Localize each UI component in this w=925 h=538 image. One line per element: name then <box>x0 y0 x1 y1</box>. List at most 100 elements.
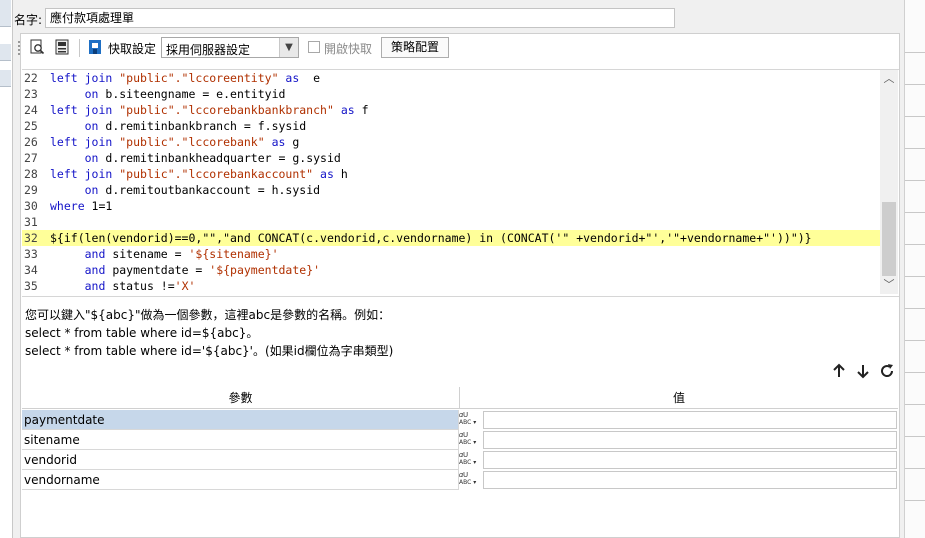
sql-editor[interactable]: 22 left join "public"."lccoreentity" as e… <box>22 69 899 297</box>
sql-text: e <box>299 71 321 85</box>
left-side-strip <box>0 0 13 538</box>
line-number: 34 <box>24 263 38 277</box>
sql-keyword: as <box>333 103 355 117</box>
move-down-icon[interactable] <box>854 362 872 380</box>
cache-setting-value: 採用伺服器設定 <box>166 43 251 57</box>
sql-keyword: on <box>84 87 99 101</box>
side-tab[interactable] <box>0 70 11 87</box>
help-text-line: select * from table where id='${abc}'。(如… <box>25 344 394 358</box>
sql-keyword: and <box>84 279 106 293</box>
param-value-input[interactable] <box>483 471 897 489</box>
code-line[interactable]: 22 left join "public"."lccoreentity" as e <box>22 70 882 86</box>
value-type-icon[interactable]: 𝛼U ABC ▾ <box>459 451 481 469</box>
param-value-input[interactable] <box>483 451 897 469</box>
sql-text: ${if(len(vendorid)==0,"","and CONCAT(c.v… <box>50 231 812 245</box>
sql-string: "public"."lccorebankaccount" <box>119 167 314 181</box>
line-number: 32 <box>24 231 38 245</box>
line-number: 22 <box>24 71 38 85</box>
code-line[interactable]: 34 and paymentdate = '${paymentdate}' <box>22 262 882 278</box>
enable-cache-label: 開啟快取 <box>324 42 373 56</box>
code-line[interactable]: 27 on d.remitinbankheadquarter = g.sysid <box>22 150 882 166</box>
sql-string: 'X' <box>174 279 196 293</box>
param-name-cell[interactable]: vendorname <box>22 470 459 490</box>
table-row[interactable]: sitename 𝛼U ABC ▾ <box>22 430 899 450</box>
database-icon[interactable] <box>54 39 70 55</box>
toolbar-grip <box>18 41 24 55</box>
code-line[interactable]: 25 on d.remitinbankbranch = f.sysid <box>22 118 882 134</box>
side-tab[interactable] <box>0 44 11 61</box>
line-number: 31 <box>24 215 38 229</box>
sql-keyword: left join <box>50 103 120 117</box>
editor-scrollbar[interactable]: ︿ ﹀ <box>880 70 898 294</box>
code-line[interactable]: 28 left join "public"."lccorebankaccount"… <box>22 166 882 182</box>
sql-keyword: as <box>278 71 300 85</box>
help-text-line: 您可以鍵入"${abc}"做為一個參數，這裡abc是參數的名稱。例如： <box>25 308 391 322</box>
param-name-header: 參數 <box>22 387 460 409</box>
param-name-cell[interactable]: paymentdate <box>22 410 459 430</box>
code-line[interactable]: 24 left join "public"."lccorebankbankbran… <box>22 102 882 118</box>
sql-string: '${sitename}' <box>188 247 279 261</box>
sql-text: d.remitoutbankaccount = h.sysid <box>98 183 321 197</box>
code-line[interactable]: 33 and sitename = '${sitename}' <box>22 246 882 262</box>
code-line[interactable]: 23 on b.siteengname = e.entityid <box>22 86 882 102</box>
sql-string: "public"."lccorebank" <box>119 135 265 149</box>
line-number: 23 <box>24 87 38 101</box>
sql-keyword: on <box>84 119 99 133</box>
sql-keyword: as <box>313 167 334 181</box>
right-side-strip <box>904 0 925 538</box>
move-up-icon[interactable] <box>830 362 848 380</box>
name-input[interactable]: 應付款項處理單 <box>45 8 675 28</box>
code-line[interactable]: 35 and status !='X' <box>22 278 882 294</box>
side-tab[interactable] <box>0 0 11 27</box>
sql-string: '${paymentdate}' <box>209 263 321 277</box>
refresh-icon[interactable] <box>878 362 896 380</box>
sql-keyword: left join <box>50 167 120 181</box>
param-name-cell[interactable]: vendorid <box>22 450 459 470</box>
line-number: 26 <box>24 135 38 149</box>
param-name-cell[interactable]: sitename <box>22 430 459 450</box>
name-label: 名字: <box>14 13 43 27</box>
code-line[interactable]: 26 left join "public"."lccorebank" as g <box>22 134 882 150</box>
table-row[interactable]: vendorid 𝛼U ABC ▾ <box>22 450 899 470</box>
scroll-up-icon[interactable]: ︿ <box>880 72 898 86</box>
strategy-config-button[interactable]: 策略配置 <box>381 37 449 58</box>
line-number: 29 <box>24 183 38 197</box>
code-line[interactable]: 30 where 1=1 <box>22 198 882 214</box>
code-line[interactable]: 31 <box>22 214 882 230</box>
value-type-icon[interactable]: 𝛼U ABC ▾ <box>459 471 481 489</box>
value-type-icon[interactable]: 𝛼U ABC ▾ <box>459 431 481 449</box>
code-line[interactable]: 32 ${if(len(vendorid)==0,"","and CONCAT(c… <box>22 230 882 246</box>
scrollbar-thumb[interactable] <box>882 202 896 276</box>
table-row[interactable]: vendorname 𝛼U ABC ▾ <box>22 470 899 490</box>
cache-setting-select[interactable]: 採用伺服器設定 ▼ <box>161 37 299 58</box>
line-number: 24 <box>24 103 38 117</box>
line-number: 27 <box>24 151 38 165</box>
cache-setting-label: 快取設定 <box>108 42 157 56</box>
sql-text: f <box>354 103 369 117</box>
code-line[interactable]: 29 on d.remitoutbankaccount = h.sysid <box>22 182 882 198</box>
chevron-down-icon[interactable]: ▼ <box>279 38 298 57</box>
sql-string: "public"."lccoreentity" <box>119 71 279 85</box>
param-value-input[interactable] <box>483 411 897 429</box>
line-number: 30 <box>24 199 38 213</box>
sql-text: paymentdate = <box>105 263 210 277</box>
line-number: 35 <box>24 279 38 293</box>
enable-cache-checkbox[interactable] <box>308 41 320 53</box>
param-value-input[interactable] <box>483 431 897 449</box>
scroll-down-icon[interactable]: ﹀ <box>880 278 898 292</box>
sql-text: d.remitinbankbranch = f.sysid <box>98 119 307 133</box>
table-row[interactable]: paymentdate 𝛼U ABC ▾ <box>22 410 899 430</box>
sql-text: b.siteengname = e.entityid <box>98 87 286 101</box>
toolbar-separator <box>79 39 80 57</box>
help-text-line: select * from table where id=${abc}。 <box>25 326 259 340</box>
preview-icon[interactable] <box>29 39 45 55</box>
sql-text: status != <box>105 279 175 293</box>
value-type-icon[interactable]: 𝛼U ABC ▾ <box>459 411 481 429</box>
sql-keyword: where <box>50 199 85 213</box>
line-number: 28 <box>24 167 38 181</box>
sql-keyword: on <box>84 183 99 197</box>
